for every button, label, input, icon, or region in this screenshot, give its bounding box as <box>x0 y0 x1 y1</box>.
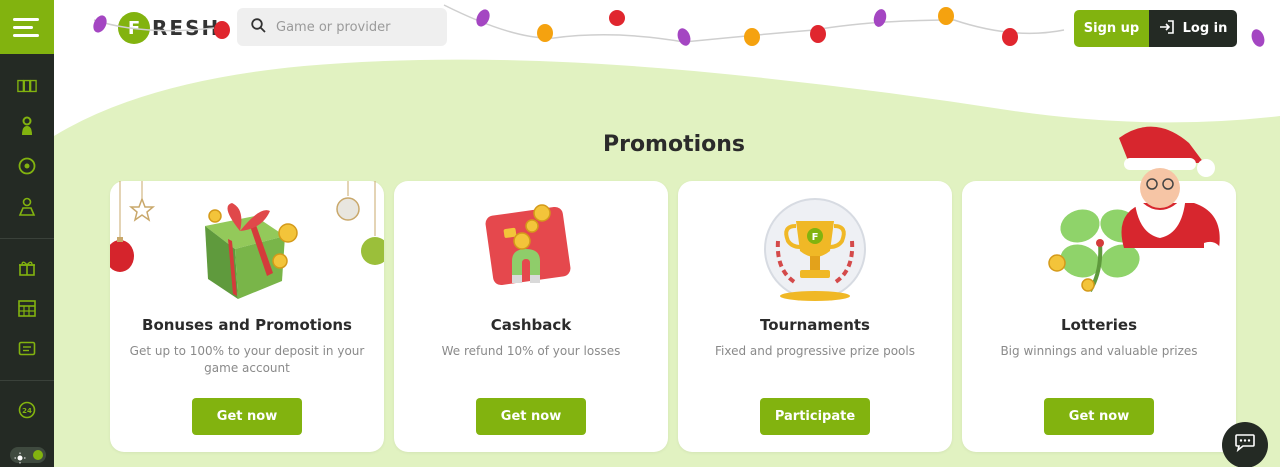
tournament-ticket-icon[interactable] <box>17 339 37 359</box>
live-dealer-icon[interactable] <box>17 116 37 136</box>
slots-icon[interactable] <box>17 76 37 96</box>
menu-button[interactable] <box>0 0 54 54</box>
card-description: Get up to 100% to your deposit in your g… <box>129 344 365 375</box>
esports-controller-icon[interactable] <box>17 197 37 217</box>
get-now-button[interactable]: Get now <box>476 398 586 435</box>
logo[interactable]: F RESH <box>118 10 220 46</box>
search-icon <box>251 17 266 37</box>
participate-button[interactable]: Participate <box>760 398 870 435</box>
card-title: Tournaments <box>759 316 870 334</box>
gift-box-icon <box>110 181 384 299</box>
trophy-icon: F <box>764 198 866 301</box>
toggle-knob <box>33 450 43 460</box>
theme-toggle[interactable] <box>10 447 46 464</box>
main-content: Promotions Bonuses and Promotions Get up… <box>54 56 1280 467</box>
card-title: Cashback <box>490 316 572 334</box>
log-in-button[interactable]: Log in <box>1149 10 1237 47</box>
card-description: Fixed and progressive prize pools <box>714 344 915 358</box>
get-now-button[interactable]: Get now <box>1044 398 1154 435</box>
get-now-button[interactable]: Get now <box>192 398 302 435</box>
chat-icon <box>1234 433 1256 457</box>
card-title: Bonuses and Promotions <box>142 316 352 334</box>
login-icon <box>1159 19 1175 38</box>
svg-text:24: 24 <box>22 407 32 415</box>
sidebar: 24 <box>0 0 54 467</box>
top-header: F RESH Sign up Log in <box>54 0 1280 56</box>
gift-icon[interactable] <box>17 258 37 278</box>
sports-ball-icon[interactable] <box>17 156 37 176</box>
support-24-icon[interactable]: 24 <box>17 400 37 420</box>
card-title: Lotteries <box>1060 316 1138 334</box>
svg-text:F: F <box>812 232 819 243</box>
search-input[interactable] <box>276 19 436 35</box>
sun-icon <box>14 449 26 467</box>
calendar-icon[interactable] <box>17 298 37 318</box>
card-description: We refund 10% of your losses <box>441 344 621 358</box>
cashback-magnet-icon <box>485 204 571 286</box>
promo-card-cashback[interactable]: Cashback We refund 10% of your losses Ge… <box>394 181 668 452</box>
sign-up-button[interactable]: Sign up <box>1074 10 1149 47</box>
card-description: Big winnings and valuable prizes <box>1000 344 1198 358</box>
search-box[interactable] <box>237 8 447 46</box>
auth-buttons: Sign up Log in <box>1074 10 1237 47</box>
promo-card-tournaments[interactable]: F Tournaments Fixed and progressive priz… <box>678 181 952 452</box>
logo-text: RESH <box>152 16 221 40</box>
chat-button[interactable] <box>1222 422 1268 467</box>
log-in-label: Log in <box>1182 21 1228 36</box>
santa-illustration <box>1119 126 1224 260</box>
promo-card-bonuses[interactable]: Bonuses and Promotions Get up to 100% to… <box>110 181 384 452</box>
logo-badge: F <box>118 12 150 44</box>
